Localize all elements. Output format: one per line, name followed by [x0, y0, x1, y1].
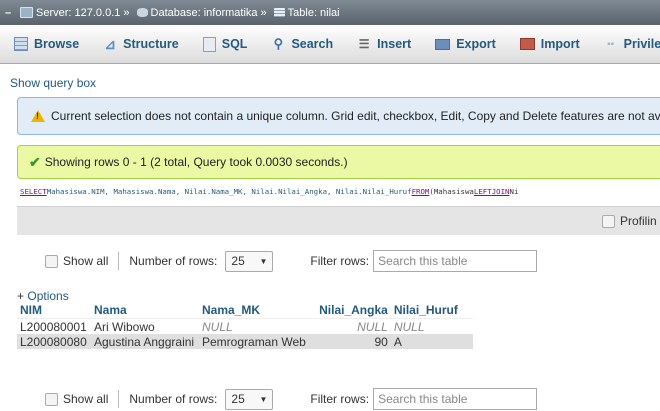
table-cell: Agustina Anggraini: [91, 334, 199, 349]
tab-import[interactable]: Import: [506, 25, 590, 63]
table-cell-null: NULL: [308, 318, 391, 334]
column-header-nilai-angka[interactable]: Nilai_Angka: [308, 302, 391, 319]
server-icon: [20, 7, 33, 18]
table-cell: Pemrograman Web: [199, 334, 309, 349]
tab-label: Browse: [34, 37, 80, 51]
sql-keyword-select[interactable]: SELECT: [20, 187, 47, 196]
privileges-icon: ▪▪: [607, 38, 615, 50]
table-cell: Ari Wibowo: [91, 318, 199, 334]
show-all-label[interactable]: Show all: [63, 392, 108, 406]
show-query-box-link[interactable]: Show query box: [10, 76, 96, 90]
column-header-nilai-huruf[interactable]: Nilai_Huruf: [390, 302, 473, 319]
table-icon: [273, 8, 285, 17]
sql-columns: Mahasiswa.NIM, Mahasiswa.Nama, Nilai.Nam…: [46, 186, 412, 196]
sql-keyword-from[interactable]: FROM: [412, 187, 430, 196]
breadcrumb-database[interactable]: Database: informatika: [151, 7, 258, 19]
tab-privileges[interactable]: ▪▪ Privile: [590, 25, 660, 63]
table-row: L200080080 Agustina Anggraini Pemrograma…: [17, 334, 473, 349]
tab-structure[interactable]: ⊿ Structure: [89, 25, 189, 63]
navigation-bottom: Show all Number of rows: 25 ▼ Filter row…: [45, 387, 538, 411]
table-cell: L200080001: [17, 318, 91, 334]
options-plus: +: [17, 289, 25, 303]
table-cell: L200080080: [17, 334, 91, 349]
sql-from-rest: (Mahasiswa: [429, 186, 474, 196]
filter-rows-label: Filter rows:: [310, 254, 370, 268]
sql-query: SELECT Mahasiswa.NIM, Mahasiswa.Nama, Ni…: [17, 180, 660, 202]
options-toggle[interactable]: + Options: [17, 289, 69, 303]
rows-select-value: 25: [231, 392, 245, 406]
structure-icon: ⊿: [104, 35, 117, 52]
warning-icon: [31, 110, 45, 122]
number-of-rows-label: Number of rows:: [129, 392, 218, 406]
table-cell-null: NULL: [390, 318, 473, 334]
collapse-icon[interactable]: –: [0, 7, 16, 19]
column-header-nama[interactable]: Nama: [91, 302, 199, 319]
sql-keyword-left[interactable]: LEFT: [474, 187, 492, 196]
table-row: L200080001 Ari Wibowo NULL NULL NULL: [17, 318, 473, 334]
import-icon: [519, 38, 535, 50]
profiling-option[interactable]: Profilin: [602, 214, 657, 228]
tab-label: Structure: [123, 37, 179, 51]
show-all-checkbox[interactable]: [45, 254, 58, 268]
number-of-rows-label: Number of rows:: [129, 254, 218, 268]
breadcrumb-separator: »: [260, 6, 267, 19]
rows-select[interactable]: 25 ▼: [225, 388, 274, 410]
breadcrumb-server[interactable]: Server: 127.0.0.1: [36, 7, 120, 19]
success-text: Showing rows 0 - 1 (2 total, Query took …: [44, 155, 348, 169]
tab-bar: Browse ⊿ Structure SQL ⚲ Search ☰ Insert…: [0, 25, 660, 64]
column-header-nim[interactable]: NIM: [17, 302, 91, 319]
sql-keyword-join[interactable]: JOIN: [492, 187, 510, 196]
breadcrumb-separator: »: [123, 6, 130, 19]
insert-icon: ☰: [358, 37, 370, 51]
tab-export[interactable]: Export: [421, 25, 506, 63]
options-label: Options: [27, 289, 69, 303]
tab-label: Insert: [377, 37, 412, 51]
breadcrumb: – Server: 127.0.0.1 » Database: informat…: [0, 0, 660, 25]
sql-icon: [202, 36, 216, 52]
profiling-checkbox[interactable]: [602, 214, 615, 228]
checkmark-icon: ✔: [29, 153, 41, 170]
column-header-nama-mk[interactable]: Nama_MK: [199, 302, 309, 319]
profiling-bar: Profilin: [17, 206, 660, 235]
search-icon: ⚲: [273, 36, 284, 51]
profiling-label: Profilin: [620, 214, 657, 228]
table-header-row: NIM Nama Nama_MK Nilai_Angka Nilai_Huruf: [17, 302, 473, 319]
table-cell: 90: [308, 334, 391, 349]
notice-text: Current selection does not contain a uni…: [51, 109, 660, 123]
tab-label: Export: [456, 37, 496, 51]
caret-down-icon: ▼: [259, 256, 268, 266]
rows-select[interactable]: 25 ▼: [225, 250, 274, 272]
export-icon: [435, 38, 451, 50]
breadcrumb-table[interactable]: Table: nilai: [288, 7, 340, 19]
filter-rows-input[interactable]: [373, 250, 538, 272]
tab-label: Privile: [623, 37, 660, 51]
results-table: NIM Nama Nama_MK Nilai_Angka Nilai_Huruf…: [17, 302, 473, 349]
table-cell: A: [390, 334, 473, 349]
success-message: ✔ Showing rows 0 - 1 (2 total, Query too…: [17, 145, 660, 179]
divider: [118, 252, 120, 270]
tab-label: Import: [540, 37, 580, 51]
rows-select-value: 25: [231, 254, 245, 268]
tab-insert[interactable]: ☰ Insert: [343, 25, 421, 63]
caret-down-icon: ▼: [259, 394, 268, 404]
tab-search[interactable]: ⚲ Search: [257, 25, 343, 63]
navigation-top: Show all Number of rows: 25 ▼ Filter row…: [45, 249, 538, 273]
table-cell-null: NULL: [199, 318, 309, 334]
browse-icon: [14, 37, 28, 51]
tab-label: SQL: [221, 37, 248, 51]
show-all-label[interactable]: Show all: [63, 254, 108, 268]
show-all-checkbox[interactable]: [45, 392, 58, 406]
notice-message: Current selection does not contain a uni…: [17, 97, 660, 135]
tab-browse[interactable]: Browse: [0, 25, 89, 63]
sql-tail: Ni: [509, 186, 519, 196]
tab-label: Search: [291, 37, 334, 51]
database-icon: [136, 8, 148, 17]
tab-sql[interactable]: SQL: [189, 25, 258, 63]
filter-rows-label: Filter rows:: [310, 392, 370, 406]
divider: [118, 390, 120, 408]
